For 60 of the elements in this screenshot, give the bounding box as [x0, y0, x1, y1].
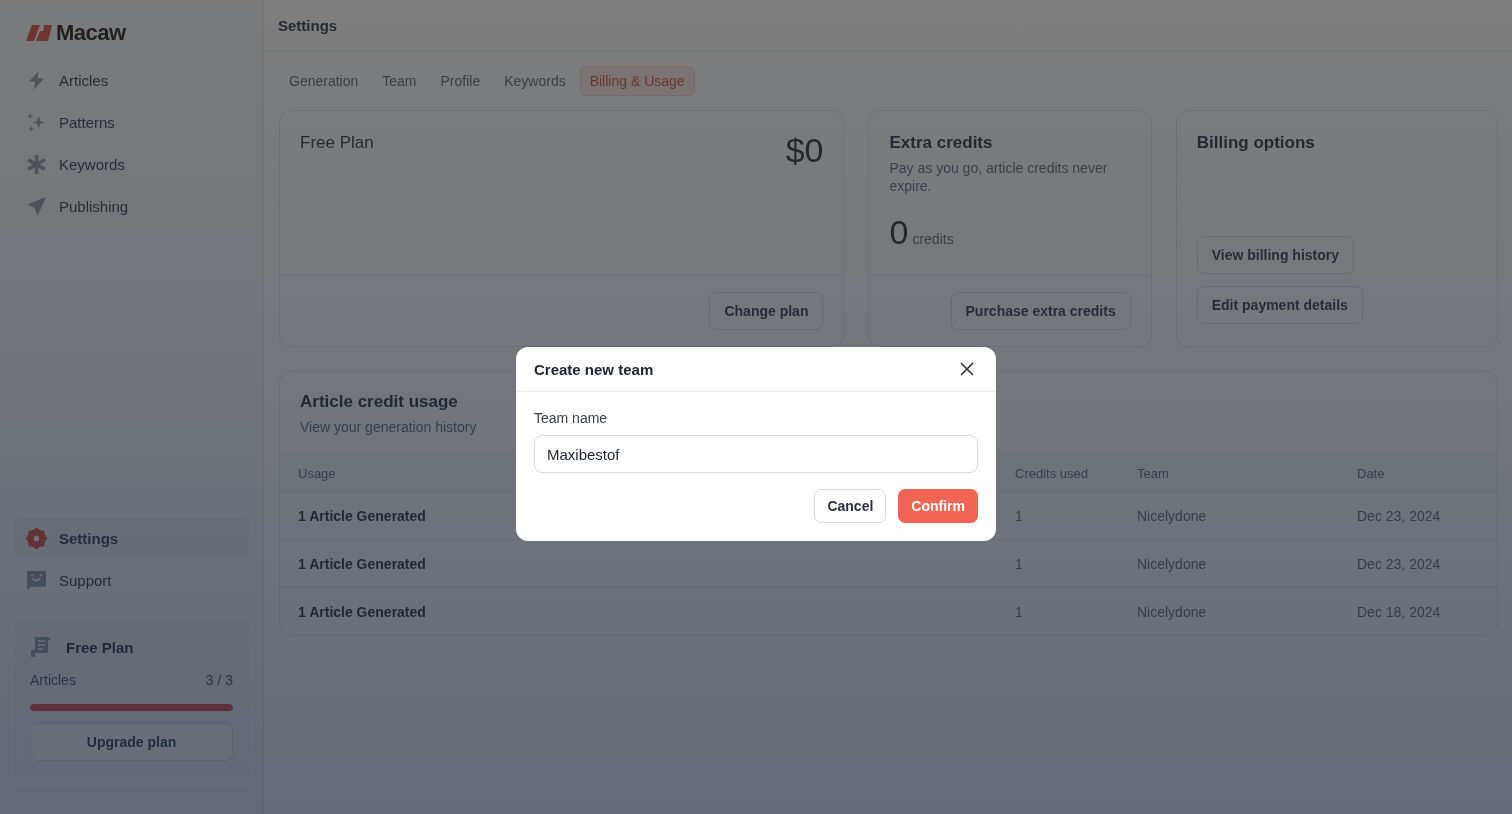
close-icon[interactable] — [960, 362, 974, 376]
billing-button[interactable]: View billing history — [1196, 236, 1355, 274]
credits-title: Extra credits — [889, 133, 994, 153]
receipt-icon — [30, 636, 52, 658]
credits-unit: credits — [912, 231, 954, 247]
usage-title: Article credit usage — [300, 392, 459, 412]
support-chat-icon — [26, 569, 47, 591]
field-label: Team name — [534, 410, 609, 426]
table-cell-text: 1 Article Generated — [298, 555, 427, 572]
nav-item[interactable]: Articles — [14, 60, 249, 100]
usage-count: 3 / 3 — [205, 672, 233, 688]
plan-price: $0 — [785, 131, 824, 170]
purchase-credits-button[interactable]: Purchase extra credits — [950, 292, 1131, 330]
column-header: Usage — [298, 465, 337, 481]
credits-description: Pay as you go, article credits never expire. — [889, 159, 1109, 195]
table-cell-text: 1 — [1015, 507, 1024, 524]
lightning-icon — [26, 69, 47, 91]
table-cell-text: 1 — [1015, 555, 1024, 572]
billing-button[interactable]: Edit payment details — [1196, 286, 1363, 324]
settings-tab[interactable]: Team — [372, 66, 427, 96]
usage-label: Articles — [30, 672, 76, 688]
nav-item[interactable]: Patterns — [14, 102, 249, 142]
billing-title: Billing options — [1196, 133, 1316, 153]
upgrade-plan-button[interactable]: Upgrade plan — [30, 723, 233, 761]
table-cell-text: Dec 23, 2024 — [1357, 507, 1442, 524]
plan-title: Free Plan — [300, 133, 374, 153]
column-header: Date — [1357, 465, 1386, 481]
table-cell-text: 1 Article Generated — [298, 507, 427, 524]
page-title: Settings — [278, 17, 338, 34]
nav-item[interactable]: Support — [14, 560, 249, 600]
table-cell-text: Nicelydone — [1137, 603, 1208, 620]
dialog-title: Create new team — [534, 360, 654, 378]
logo-text: Macaw — [56, 20, 126, 46]
cancel-button[interactable]: Cancel — [814, 489, 887, 523]
logo-icon — [26, 25, 52, 41]
nav-item[interactable]: Keywords — [14, 144, 249, 184]
settings-icon — [26, 527, 47, 549]
table-cell-text: Dec 23, 2024 — [1357, 555, 1442, 572]
settings-tab[interactable]: Keywords — [494, 66, 576, 96]
usage-subtitle: View your generation history — [300, 418, 477, 436]
column-header: Credits used — [1015, 465, 1089, 481]
table-cell-text: 1 — [1015, 603, 1024, 620]
credits-amount: 0 — [889, 213, 909, 252]
send-icon — [26, 195, 47, 217]
settings-tab[interactable]: Profile — [430, 66, 491, 96]
confirm-button[interactable]: Confirm — [898, 489, 978, 523]
plan-name: Free Plan — [66, 638, 134, 656]
table-cell-text: 1 Article Generated — [298, 603, 427, 620]
sparkles-icon — [26, 111, 47, 133]
nav-item[interactable]: Settings — [14, 518, 249, 558]
settings-tab[interactable]: Billing & Usage — [579, 66, 695, 96]
table-cell-text: Nicelydone — [1137, 555, 1208, 572]
asterisk-icon — [26, 153, 47, 175]
table-cell-text: Dec 18, 2024 — [1357, 603, 1442, 620]
team-name-field[interactable]: Maxibestof — [534, 435, 978, 473]
change-plan-button[interactable]: Change plan — [709, 292, 824, 330]
nav-item[interactable]: Publishing — [14, 186, 249, 226]
settings-tab[interactable]: Generation — [279, 66, 369, 96]
column-header: Team — [1137, 465, 1170, 481]
table-cell-text: Nicelydone — [1137, 507, 1208, 524]
